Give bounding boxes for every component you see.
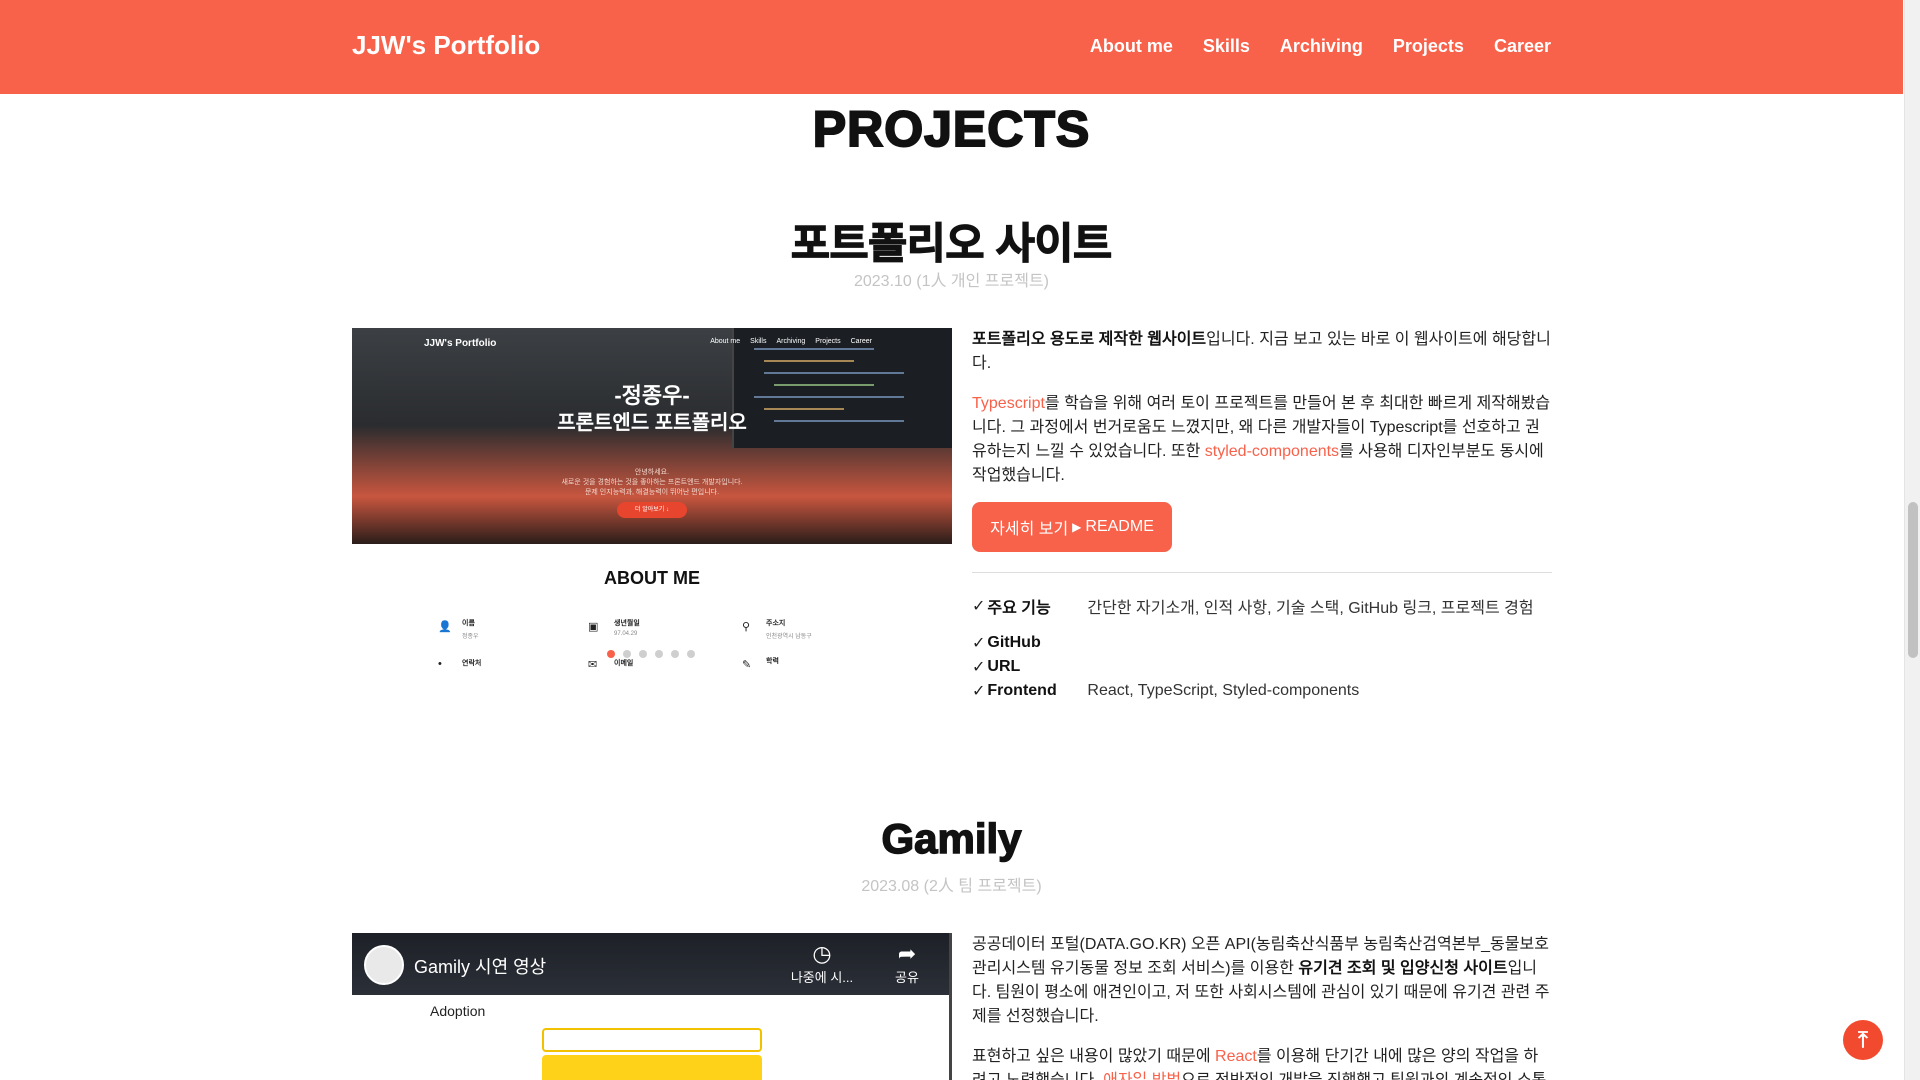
- watch-later-button[interactable]: ◷ 나중에 시...: [782, 941, 862, 986]
- nav-career[interactable]: Career: [1494, 36, 1551, 57]
- share-button[interactable]: ➦ 공유: [882, 941, 932, 986]
- preview-about-title: ABOUT ME: [604, 568, 700, 588]
- divider: [972, 572, 1552, 573]
- project-title: 포트폴리오 사이트: [790, 219, 1112, 268]
- preview-title: 프론트엔드 포트폴리오: [557, 412, 747, 434]
- pencil-icon: ✎: [742, 659, 752, 671]
- about-item: 연락처: [462, 660, 482, 667]
- nav-archiving[interactable]: Archiving: [1280, 36, 1363, 57]
- about-item: 학력: [766, 658, 779, 665]
- nav-about-me[interactable]: About me: [1090, 36, 1173, 57]
- checkmark-icon: ✓: [972, 598, 986, 615]
- video-frame-heading: Adoption: [430, 1003, 486, 1019]
- preview-brand: JJW's Portfolio: [424, 338, 497, 349]
- nav-menu: About me Skills Archiving Projects Caree…: [1090, 36, 1551, 57]
- project-date: 2023.08 (2人 팀 프로젝트): [861, 878, 1042, 895]
- typescript-link[interactable]: Typescript: [972, 395, 1045, 412]
- person-icon: 👤: [438, 621, 452, 633]
- preview-more-button: 더 알아보기 ↓: [617, 502, 687, 518]
- mail-icon: ✉: [588, 659, 598, 671]
- video-frame-search: [542, 1028, 762, 1052]
- react-link[interactable]: React: [1215, 1048, 1257, 1065]
- video-title[interactable]: Gamily 시연 영상: [414, 953, 546, 979]
- calendar-icon: ▣: [588, 621, 599, 633]
- carousel-dot[interactable]: [655, 650, 663, 658]
- clock-icon: ◷: [812, 941, 832, 966]
- carousel-dots: [607, 650, 695, 658]
- project-date: 2023.10 (1人 개인 프로젝트): [853, 273, 1050, 290]
- project-image-carousel[interactable]: JJW's Portfolio About me Skills Archivin…: [352, 328, 952, 708]
- caret-right-icon: ▶: [1072, 520, 1082, 534]
- styled-components-link[interactable]: styled-components: [1205, 443, 1339, 460]
- carousel-dot[interactable]: [607, 650, 615, 658]
- location-pin-icon: ⚲: [742, 621, 751, 633]
- share-icon: ➦: [897, 941, 917, 966]
- nav-skills[interactable]: Skills: [1203, 36, 1250, 57]
- checkmark-icon: ✓: [972, 659, 986, 676]
- nav-projects[interactable]: Projects: [1393, 36, 1464, 57]
- carousel-dot[interactable]: [639, 650, 647, 658]
- about-item: 이름 정종우: [462, 620, 479, 640]
- page-scrollbar[interactable]: [1904, 0, 1920, 1080]
- checkmark-icon: ✓: [972, 635, 986, 652]
- feature-row: ✓ GitHub: [972, 634, 1041, 652]
- brand-logo[interactable]: JJW's Portfolio: [352, 30, 540, 61]
- project-description: 공공데이터 포털(DATA.GO.KR) 오픈 API(농림축산식품부 농림축산…: [972, 936, 1550, 1025]
- video-header: Gamily 시연 영상 ◷ 나중에 시... ➦ 공유: [352, 933, 949, 995]
- readme-button[interactable]: 자세히 보기 ▶ README: [972, 502, 1172, 552]
- about-item: 주소지 인천광역시 남동구: [766, 620, 812, 640]
- agile-link[interactable]: 애자일 방법: [1103, 1072, 1181, 1080]
- project-description: Typescript를 학습을 위해 여러 토이 프로젝트를 만들어 본 후 최…: [972, 395, 1551, 484]
- feature-row: ✓ 주요 기능 간단한 자기소개, 인적 사항, 기술 스택, GitHub 링…: [972, 598, 1534, 617]
- feature-row: ✓ URL: [972, 658, 1021, 676]
- preview-hero-image: JJW's Portfolio About me Skills Archivin…: [352, 328, 952, 544]
- demo-video-player[interactable]: Gamily 시연 영상 ◷ 나중에 시... ➦ 공유 Adoption: [352, 933, 952, 1080]
- carousel-dot[interactable]: [687, 650, 695, 658]
- video-frame-card: [542, 1055, 762, 1080]
- scroll-to-top-button[interactable]: ⤒: [1843, 1020, 1883, 1060]
- carousel-dot[interactable]: [671, 650, 679, 658]
- about-item: 이메일: [614, 660, 634, 667]
- arrow-up-to-top-icon: ⤒: [1858, 1027, 1868, 1052]
- project-title: Gamily: [881, 814, 1023, 863]
- carousel-dot[interactable]: [623, 650, 631, 658]
- preview-nav: About me Skills Archiving Projects Caree…: [710, 338, 872, 345]
- feature-row: ✓ Frontend React, TypeScript, Styled-com…: [972, 682, 1360, 700]
- project-description: 포트폴리오 용도로 제작한 웹사이트입니다. 지금 보고 있는 바로 이 웹사이…: [972, 331, 1551, 372]
- scrollbar-thumb[interactable]: [1908, 502, 1918, 658]
- project-description: 표현하고 싶은 내용이 많았기 때문에 React를 이용해 단기간 내에 많은…: [972, 1045, 1552, 1080]
- section-title: PROJECTS: [812, 100, 1091, 158]
- preview-subtitle: 안녕하세요. 새로운 것을 경험하는 것을 좋아하는 프론트엔드 개발자입니다.…: [561, 469, 743, 496]
- channel-avatar[interactable]: [364, 945, 404, 985]
- top-navbar: JJW's Portfolio About me Skills Archivin…: [0, 0, 1903, 94]
- checkmark-icon: ✓: [972, 683, 986, 700]
- about-item: 생년월일 97.04.29: [614, 620, 640, 637]
- phone-icon: •: [438, 658, 442, 670]
